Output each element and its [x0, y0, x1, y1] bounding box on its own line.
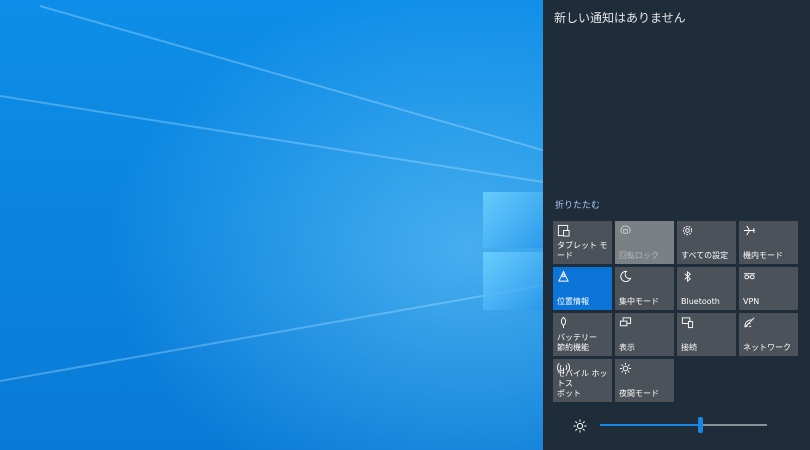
tile-all-settings[interactable]: すべての設定 — [677, 221, 736, 264]
tile-airplane-mode[interactable]: 機内モード — [739, 221, 798, 264]
tile-night-light[interactable]: 夜間モード — [615, 359, 674, 402]
tile-label: 集中モード — [619, 297, 659, 306]
tile-label: 機内モード — [743, 251, 783, 260]
brightness-slider-thumb[interactable] — [698, 417, 704, 433]
tile-label: 回転ロック — [619, 251, 659, 260]
wallpaper-light-beam — [39, 5, 543, 162]
sun-icon — [573, 418, 587, 433]
tile-network[interactable]: ネットワーク — [739, 313, 798, 356]
quick-actions-grid: タブレット モード 回転ロック すべての設定 機内モード 位置情報 集中モード … — [553, 221, 798, 402]
tile-rotation-lock[interactable]: 回転ロック — [615, 221, 674, 264]
tile-project[interactable]: 表示 — [615, 313, 674, 356]
brightness-slider[interactable] — [600, 417, 767, 433]
tile-label: ネットワーク — [743, 343, 791, 352]
network-icon — [743, 316, 756, 329]
tile-label: 夜間モード — [619, 389, 659, 398]
tile-label: VPN — [743, 297, 760, 306]
tile-bluetooth[interactable]: Bluetooth — [677, 267, 736, 310]
tile-label: バッテリー 節約機能 — [557, 333, 597, 352]
tile-connect[interactable]: 接続 — [677, 313, 736, 356]
tile-label: すべての設定 — [681, 251, 729, 260]
gear-icon — [681, 224, 694, 237]
battery-saver-icon — [557, 316, 570, 329]
brightness-slider-fill — [600, 424, 701, 426]
tile-label: タブレット モード — [557, 241, 608, 260]
night-light-icon — [619, 362, 632, 375]
moon-icon — [619, 270, 632, 283]
tile-location[interactable]: 位置情報 — [553, 267, 612, 310]
desktop-wallpaper — [0, 0, 543, 450]
wallpaper-light-beam — [0, 282, 543, 382]
tile-label: 接続 — [681, 343, 697, 352]
tile-label: モバイル ホットス ポット — [557, 369, 608, 398]
tile-vpn[interactable]: VPN — [739, 267, 798, 310]
windows-logo-pane — [483, 192, 543, 248]
connect-icon — [681, 316, 694, 329]
windows-logo-pane — [483, 252, 543, 310]
airplane-icon — [743, 224, 756, 237]
tile-label: 位置情報 — [557, 297, 589, 306]
tile-battery-saver[interactable]: バッテリー 節約機能 — [553, 313, 612, 356]
tile-label: 表示 — [619, 343, 635, 352]
collapse-link[interactable]: 折りたたむ — [555, 198, 600, 211]
wallpaper-light-beam — [0, 95, 543, 185]
tile-tablet-mode[interactable]: タブレット モード — [553, 221, 612, 264]
vpn-icon — [743, 270, 756, 283]
tile-focus-assist[interactable]: 集中モード — [615, 267, 674, 310]
no-notifications-text: 新しい通知はありません — [554, 11, 686, 25]
tile-mobile-hotspot[interactable]: モバイル ホットス ポット — [553, 359, 612, 402]
action-center-panel: 新しい通知はありません 折りたたむ タブレット モード 回転ロック すべての設定… — [543, 0, 810, 450]
project-display-icon — [619, 316, 632, 329]
bluetooth-icon — [681, 270, 694, 283]
rotation-lock-icon — [619, 224, 632, 237]
location-icon — [557, 270, 570, 283]
tablet-mode-icon — [557, 224, 570, 237]
tile-label: Bluetooth — [681, 297, 720, 306]
